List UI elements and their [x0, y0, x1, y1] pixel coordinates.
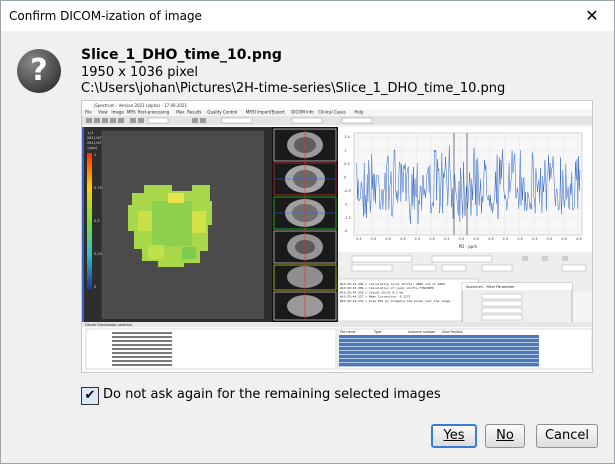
no-button[interactable]: No [485, 424, 525, 448]
preview-table-header: Slice Position [442, 330, 463, 334]
preview-chart-xtick: 2.5 [473, 237, 479, 241]
preview-colorbar-label: 0.25 [94, 252, 102, 256]
yes-button-label: Yes [443, 428, 465, 443]
preview-chart-ytick: -1.5 [344, 216, 351, 220]
preview-tree-row [112, 352, 172, 354]
preview-table-row [339, 359, 539, 363]
yes-button[interactable]: Yes [431, 424, 477, 448]
preview-menu-item: DICOM Info [291, 110, 314, 115]
preview-tree-row [112, 356, 172, 358]
preview-chart-ytick: 1 [344, 149, 346, 153]
preview-menu-item: Help [354, 110, 364, 115]
preview-tree-row [112, 344, 172, 346]
preview-chart-ytick: -2 [344, 229, 348, 233]
preview-chart-ytick: -1 [344, 202, 348, 206]
preview-table-row [339, 351, 539, 355]
preview-chart-xtick: 2.5 [444, 237, 450, 241]
preview-table-header: Type [373, 330, 381, 334]
svg-text:1/4: 1/4 [87, 131, 93, 135]
preview-colorbar-label: 0.75 [94, 186, 102, 190]
preview-tree-row [112, 348, 172, 350]
image-dimensions: 1950 x 1036 pixel [81, 65, 199, 80]
preview-log-line: #16:22:44.232 > Draw ROI by dragging the… [340, 299, 450, 303]
dialog-window: Confirm DICOM-ization of image ✕ ? Slice… [0, 0, 615, 464]
preview-tree-row [112, 364, 172, 366]
preview-colorbar-label: 1 [94, 153, 96, 157]
preview-colorbar-label: 0 [94, 285, 96, 289]
preview-chart-xtick: 2.5 [415, 237, 421, 241]
preview-colorbar [87, 153, 92, 289]
title-bar[interactable]: Confirm DICOM-ization of image ✕ [1, 1, 614, 31]
dialog-title: Confirm DICOM-ization of image [9, 9, 202, 23]
preview-tree-row [112, 332, 172, 334]
no-button-label: No [496, 428, 514, 443]
preview-chart-xlabel: PD - ppm [459, 244, 478, 249]
question-icon: ? [17, 49, 61, 93]
preview-table-row [339, 347, 539, 351]
preview-menu-item: Image [111, 110, 124, 115]
preview-table-row [339, 343, 539, 347]
preview-chart-xtick: 2.5 [459, 237, 465, 241]
cancel-button[interactable]: Cancel [536, 424, 598, 448]
preview-chart-xtick: 2.5 [503, 237, 509, 241]
preview-table-title: Dicom Filechooser selector [85, 323, 133, 327]
dont-ask-again-checkbox[interactable]: ✔ [81, 387, 99, 405]
preview-menu-item: Clinical Cases [318, 110, 346, 115]
preview-chart-xtick: 2.5 [547, 237, 553, 241]
preview-chart-ytick: 0 [344, 175, 346, 179]
dont-ask-again-label[interactable]: Do not ask again for the remaining selec… [103, 387, 441, 402]
preview-chart-ytick: 0.5 [344, 162, 350, 166]
file-path: C:\Users\johan\Pictures\2H-time-series\S… [81, 81, 506, 96]
preview-menu-bar: File View Image MRS Post-processing Max Result… [85, 110, 364, 115]
preview-menu-item: Results [187, 110, 201, 115]
cancel-button-label: Cancel [544, 428, 590, 443]
preview-chart-xtick: 2.5 [517, 237, 523, 241]
preview-table-row [339, 363, 539, 367]
preview-chart-xtick: 2.5 [356, 237, 362, 241]
preview-chart-xtick: 2.5 [400, 237, 406, 241]
preview-menu-item: Quality Control [207, 110, 237, 115]
preview-tree-row [112, 336, 172, 338]
preview-chart-xtick: 2.5 [488, 237, 494, 241]
preview-chart-xtick: 2.5 [429, 237, 435, 241]
preview-window-title: jSpectrum - Version 2021 (alpha) - 17.09… [93, 103, 187, 108]
preview-menu-item: MRS [127, 110, 136, 115]
preview-colorbar-label: 0.5 [94, 219, 100, 223]
preview-chart-ytick: -0.5 [344, 189, 351, 193]
preview-chart-ytick: 1.5 [344, 135, 350, 139]
preview-menu-item: View [98, 110, 108, 115]
preview-chart-xtick: 2.5 [576, 237, 582, 241]
preview-chart-xtick: 2.5 [371, 237, 377, 241]
preview-tree-row [112, 360, 172, 362]
preview-chart-xtick: 2.5 [532, 237, 538, 241]
preview-chart-xtick: 2.5 [561, 237, 567, 241]
preview-screenshot: jSpectrum - Version 2021 (alpha) - 17.09… [82, 101, 592, 372]
preview-menu-item: MRSI Import/Export [246, 110, 285, 115]
preview-table-header: Instance number [408, 330, 436, 334]
preview-table-row [339, 355, 539, 359]
svg-text:(ppm): (ppm) [87, 146, 98, 150]
close-icon[interactable]: ✕ [570, 1, 614, 31]
preview-menu-item: File [85, 110, 92, 115]
preview-chart-plot [353, 132, 583, 236]
preview-table-row [339, 339, 539, 343]
preview-table-header: File name [340, 330, 355, 334]
preview-menu-item: Max [176, 110, 185, 115]
preview-menu-item: Post-processing [138, 110, 170, 115]
preview-table-row [339, 335, 539, 339]
file-name: Slice_1_DHO_time_10.png [81, 47, 282, 63]
preview-tree-row [112, 340, 172, 342]
preview-chart-xtick: 2.5 [385, 237, 391, 241]
image-preview: jSpectrum - Version 2021 (alpha) - 17.09… [81, 100, 593, 373]
preview-popup-title: Spectrum - Filter Parameter [466, 285, 515, 289]
